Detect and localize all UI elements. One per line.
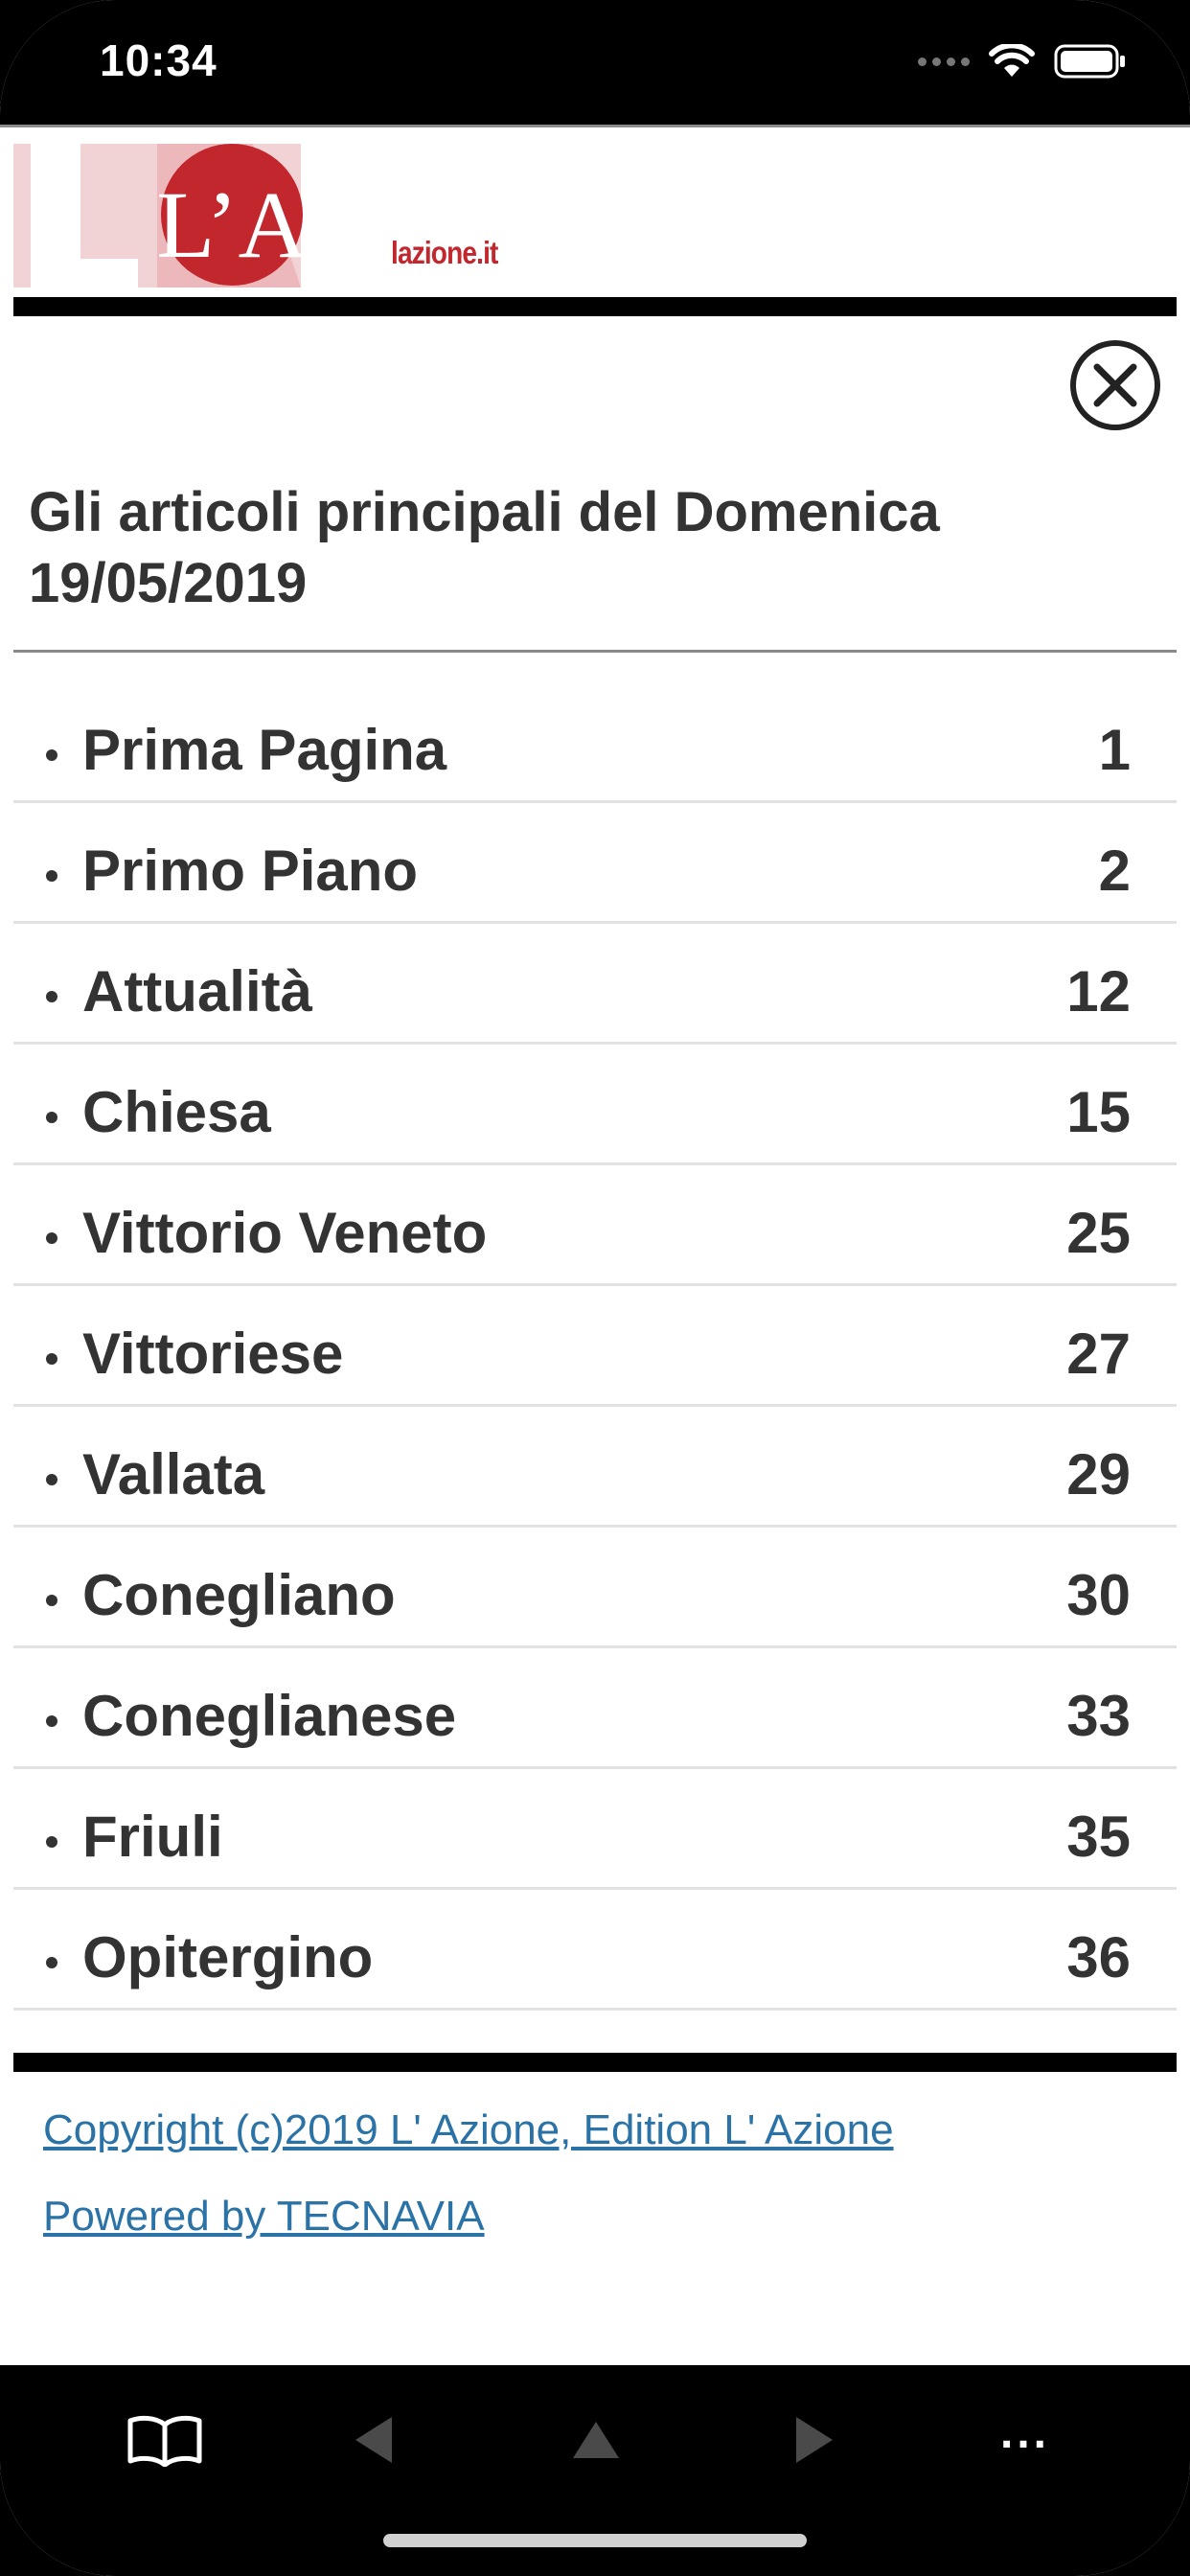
- bullet-icon: [46, 870, 57, 882]
- bullet-icon: [46, 991, 57, 1002]
- section-page-number: 1: [1098, 718, 1131, 782]
- section-label: Primo Piano: [82, 839, 419, 903]
- close-icon: [1070, 340, 1160, 430]
- more-button[interactable]: ...: [968, 2402, 1083, 2478]
- section-label: Friuli: [82, 1805, 223, 1869]
- section-label: Opitergino: [82, 1925, 374, 1990]
- section-label: Attualità: [82, 959, 312, 1024]
- section-page-number: 15: [1066, 1080, 1131, 1144]
- section-page-number: 2: [1098, 839, 1131, 903]
- section-page-number: 12: [1066, 959, 1131, 1024]
- bullet-icon: [46, 1232, 57, 1244]
- status-time: 10:34: [100, 35, 217, 85]
- section-label: Chiesa: [82, 1080, 271, 1144]
- status-icons: [918, 42, 1127, 80]
- section-row[interactable]: Prima Pagina 1: [13, 682, 1177, 803]
- section-row[interactable]: Chiesa 15: [13, 1045, 1177, 1165]
- section-page-number: 25: [1066, 1201, 1131, 1265]
- bullet-icon: [46, 749, 57, 761]
- notch: [293, 0, 897, 86]
- section-row[interactable]: Conegliano 30: [13, 1528, 1177, 1648]
- section-row[interactable]: Vallata 29: [13, 1407, 1177, 1528]
- bullet-icon: [46, 1715, 57, 1727]
- section-row[interactable]: Attualità 12: [13, 924, 1177, 1045]
- battery-icon: [1054, 44, 1125, 79]
- arrow-up-icon: [573, 2422, 619, 2458]
- library-button[interactable]: [107, 2402, 222, 2478]
- close-button[interactable]: [1067, 337, 1163, 433]
- bullet-icon: [46, 1836, 57, 1848]
- section-label: Vittoriese: [82, 1322, 344, 1386]
- bullet-icon: [46, 1112, 57, 1123]
- arrow-left-icon: [355, 2417, 392, 2463]
- home-indicator[interactable]: [383, 2534, 807, 2547]
- section-label: Vittorio Veneto: [82, 1201, 488, 1265]
- section-page-number: 36: [1066, 1925, 1131, 1990]
- arrow-right-icon: [796, 2417, 833, 2463]
- logo-mark: L’A: [13, 144, 308, 288]
- section-label: Vallata: [82, 1442, 265, 1506]
- title-divider: [13, 650, 1177, 653]
- section-row[interactable]: Friuli 35: [13, 1769, 1177, 1890]
- up-button[interactable]: [538, 2402, 653, 2478]
- section-row[interactable]: Vittoriese 27: [13, 1286, 1177, 1407]
- cellular-signal-icon: [918, 57, 970, 66]
- svg-text:L’A: L’A: [156, 172, 307, 278]
- footer-rule: [13, 2053, 1177, 2072]
- section-page-number: 35: [1066, 1805, 1131, 1869]
- section-page-number: 30: [1066, 1563, 1131, 1627]
- site-label[interactable]: lazione.it: [391, 235, 498, 271]
- book-icon: [127, 2415, 202, 2467]
- screen: 10:34 L’A lazione.it Gli articoli princi…: [0, 0, 1190, 2576]
- header-rule: [13, 297, 1177, 316]
- section-label: Conegliano: [82, 1563, 396, 1627]
- bullet-icon: [46, 1957, 57, 1968]
- section-label: Coneglianese: [82, 1684, 457, 1748]
- section-label: Prima Pagina: [82, 718, 447, 782]
- wifi-icon: [989, 44, 1035, 77]
- previous-button[interactable]: [316, 2402, 431, 2478]
- bullet-icon: [46, 1595, 57, 1606]
- copyright-link[interactable]: Copyright (c)2019 L' Azione, Edition L' …: [43, 2106, 894, 2154]
- sections-list: Prima Pagina 1 Primo Piano 2 Attualità 12 Chie…: [13, 682, 1177, 2011]
- status-bar: 10:34: [0, 0, 1190, 126]
- more-icon: ...: [999, 2406, 1050, 2458]
- next-button[interactable]: [757, 2402, 872, 2478]
- newspaper-logo[interactable]: L’A: [13, 144, 330, 288]
- status-divider: [0, 125, 1190, 127]
- page-title: Gli articoli principali del Domenica 19/…: [29, 481, 940, 614]
- bullet-icon: [46, 1474, 57, 1485]
- section-page-number: 33: [1066, 1684, 1131, 1748]
- section-page-number: 27: [1066, 1322, 1131, 1386]
- bullet-icon: [46, 1353, 57, 1365]
- section-row[interactable]: Primo Piano 2: [13, 803, 1177, 924]
- section-page-number: 29: [1066, 1442, 1131, 1506]
- powered-by-link[interactable]: Powered by TECNAVIA: [43, 2193, 485, 2241]
- section-row[interactable]: Opitergino 36: [13, 1890, 1177, 2011]
- section-row[interactable]: Vittorio Veneto 25: [13, 1165, 1177, 1286]
- section-row[interactable]: Coneglianese 33: [13, 1648, 1177, 1769]
